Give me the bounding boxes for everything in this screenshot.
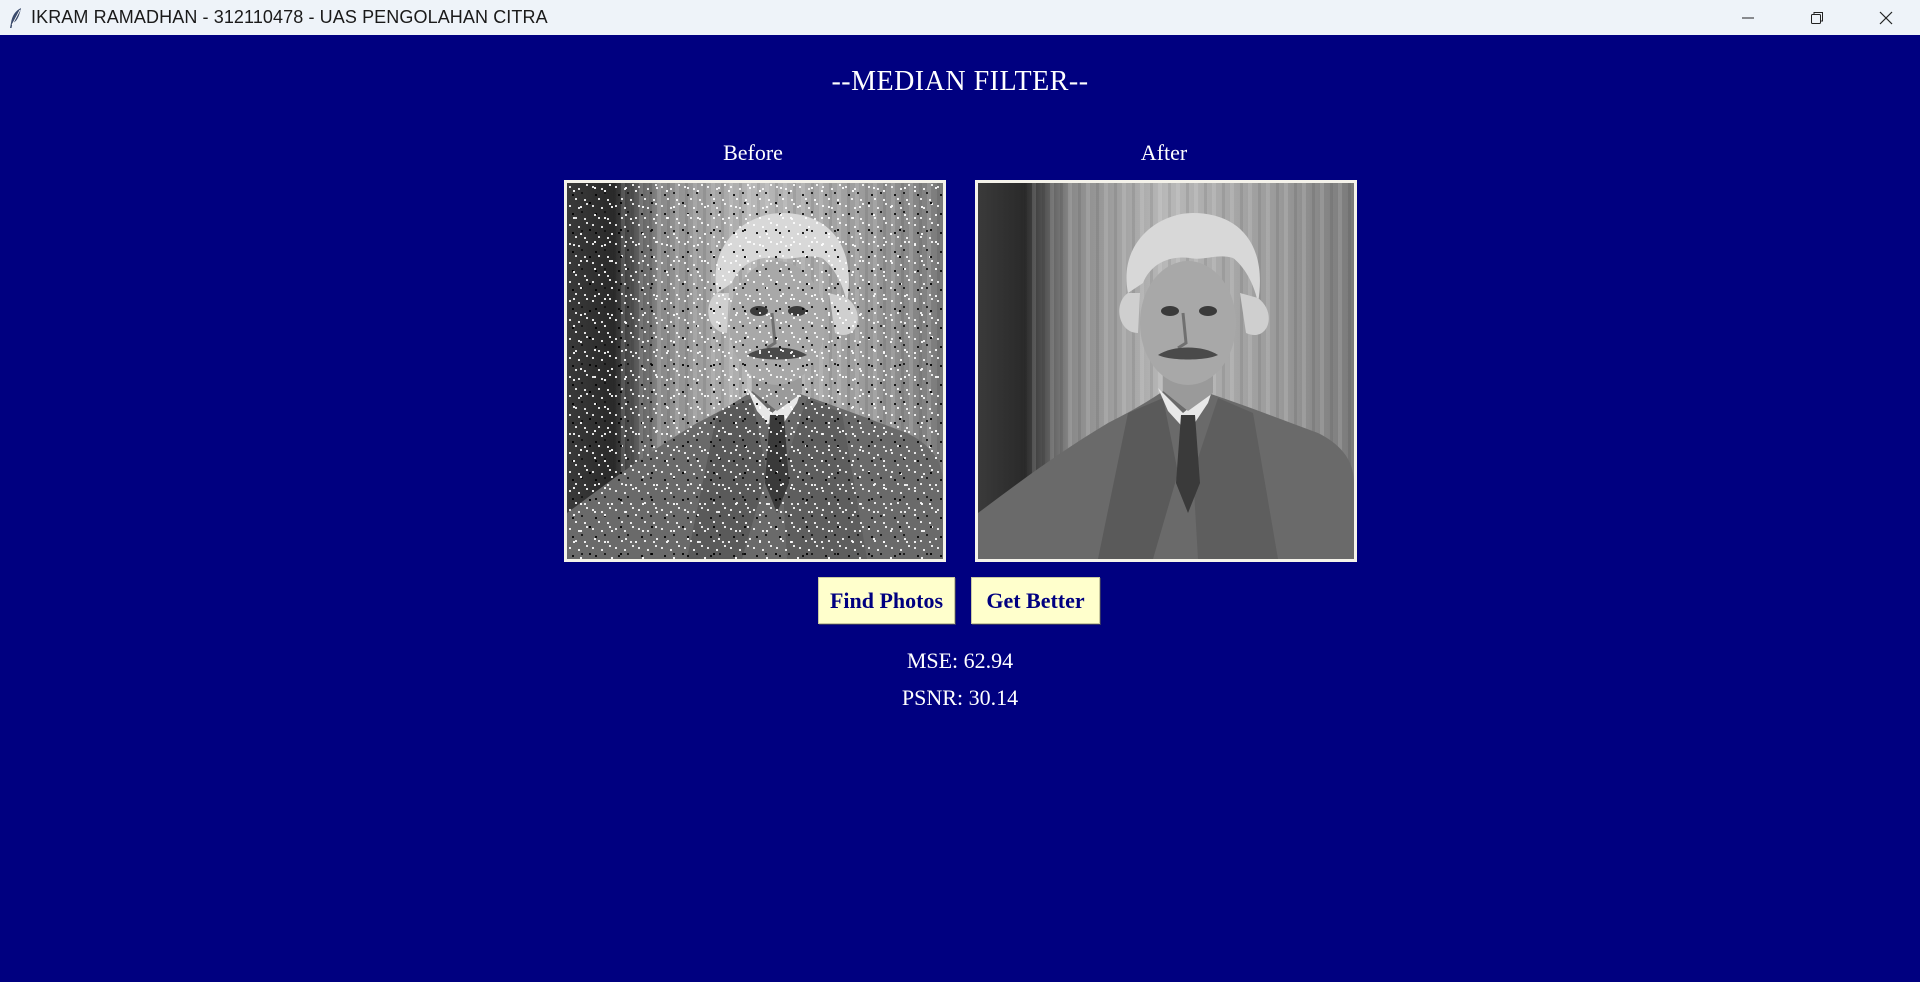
- mse-value: MSE: 62.94: [906, 648, 1014, 673]
- minimize-icon: [1741, 17, 1754, 18]
- restore-icon: [1810, 11, 1823, 24]
- close-button[interactable]: [1851, 0, 1920, 35]
- window-controls: [1713, 0, 1920, 35]
- window-title-bar: IKRAM RAMADHAN - 312110478 - UAS PENGOLA…: [0, 0, 1920, 35]
- minimize-button[interactable]: [1713, 0, 1782, 35]
- filtered-portrait-image: [978, 183, 1354, 559]
- before-image: [564, 180, 946, 562]
- noisy-portrait-image: [567, 183, 943, 559]
- psnr-value: PSNR: 30.14: [901, 685, 1019, 710]
- page-title: --MEDIAN FILTER--: [831, 66, 1089, 97]
- after-label: After: [1140, 140, 1188, 165]
- after-image: [975, 180, 1357, 562]
- find-photos-button[interactable]: Find Photos: [818, 577, 955, 624]
- feather-icon: [6, 6, 26, 30]
- window-title: IKRAM RAMADHAN - 312110478 - UAS PENGOLA…: [31, 7, 548, 27]
- restore-button[interactable]: [1782, 0, 1851, 35]
- get-better-button[interactable]: Get Better: [971, 577, 1100, 624]
- before-label: Before: [723, 140, 783, 165]
- close-icon: [1879, 11, 1892, 24]
